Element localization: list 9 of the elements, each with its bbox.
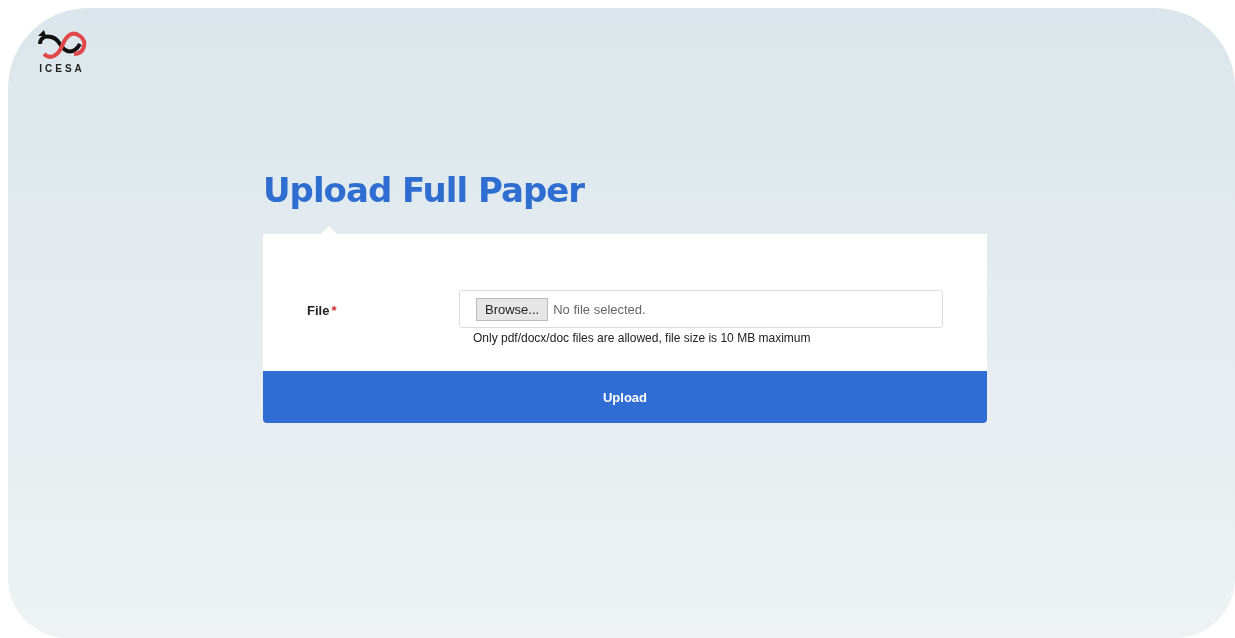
page-title: Upload Full Paper (263, 170, 586, 210)
browse-button[interactable]: Browse... (476, 297, 549, 321)
logo-text: ICESA (39, 63, 85, 74)
file-name-text: No file selected. (553, 301, 646, 317)
help-text: Only pdf/docx/doc files are allowed, file size is 10 MB maximum (473, 331, 812, 345)
file-input[interactable]: Browse... No file selected. (459, 290, 943, 328)
required-mark: * (331, 303, 337, 318)
upload-button[interactable]: Upload (263, 371, 987, 423)
field-label: File* (307, 303, 337, 318)
